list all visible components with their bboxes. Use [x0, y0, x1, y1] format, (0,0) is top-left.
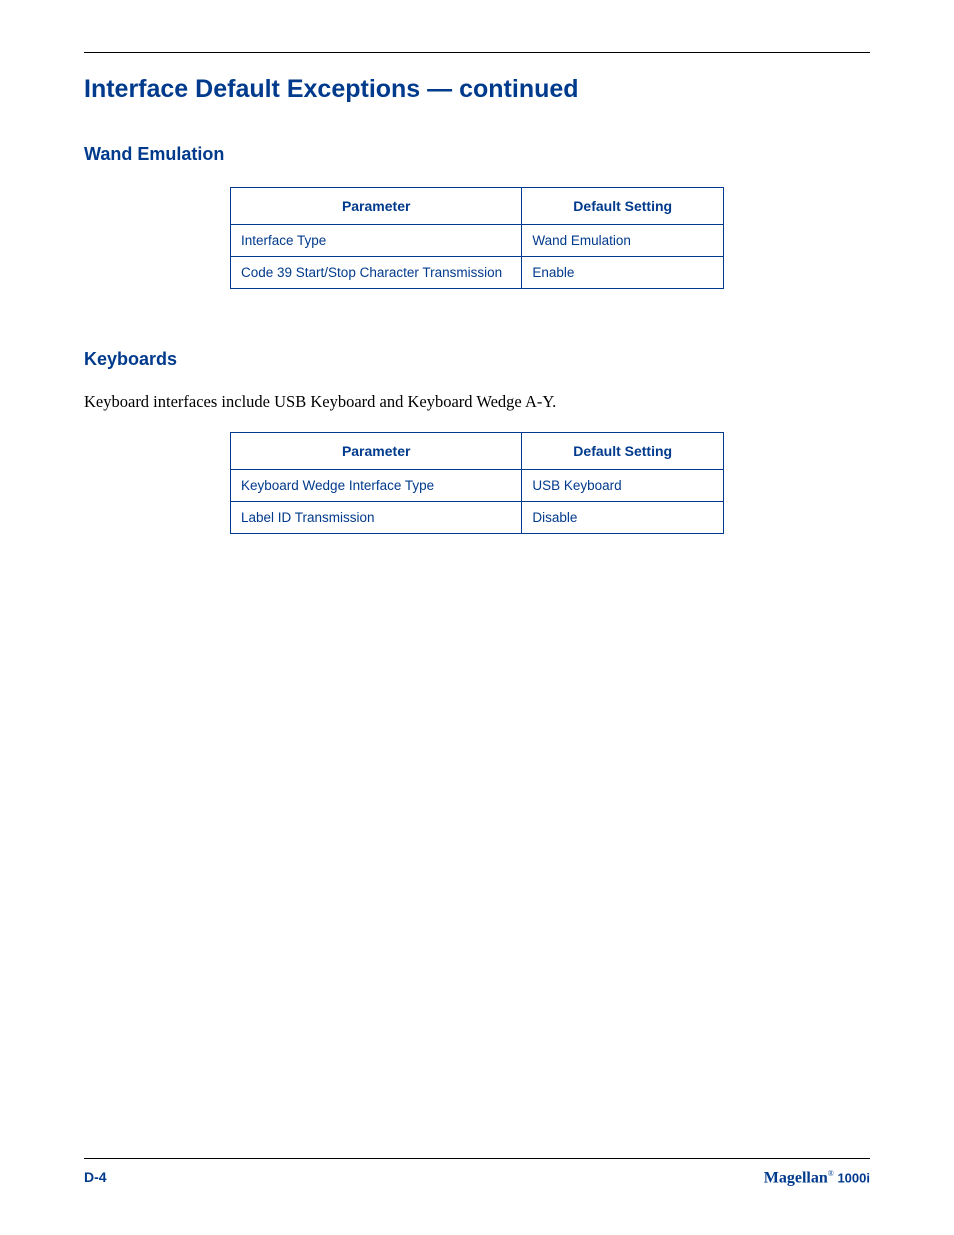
cell-param: Interface Type	[231, 225, 522, 257]
table-row: Interface Type Wand Emulation	[231, 225, 724, 257]
col-header-default: Default Setting	[522, 188, 724, 225]
keyboards-table: Parameter Default Setting Keyboard Wedge…	[230, 432, 724, 534]
footer-rule	[84, 1158, 870, 1159]
cell-default: Enable	[522, 257, 724, 289]
cell-default: Disable	[522, 502, 724, 534]
cell-default: USB Keyboard	[522, 470, 724, 502]
table-header-row: Parameter Default Setting	[231, 433, 724, 470]
cell-param: Code 39 Start/Stop Character Transmissio…	[231, 257, 522, 289]
cell-param: Label ID Transmission	[231, 502, 522, 534]
page-footer: D-4 Magellan® 1000i	[84, 1158, 870, 1187]
page-title: Interface Default Exceptions — continued	[84, 75, 870, 104]
cell-default: Wand Emulation	[522, 225, 724, 257]
wand-emulation-table: Parameter Default Setting Interface Type…	[230, 187, 724, 289]
col-header-default: Default Setting	[522, 433, 724, 470]
table-row: Keyboard Wedge Interface Type USB Keyboa…	[231, 470, 724, 502]
table-row: Label ID Transmission Disable	[231, 502, 724, 534]
section-heading-wand-emulation: Wand Emulation	[84, 144, 870, 165]
table-row: Code 39 Start/Stop Character Transmissio…	[231, 257, 724, 289]
section-heading-keyboards: Keyboards	[84, 349, 870, 370]
col-header-parameter: Parameter	[231, 188, 522, 225]
brand-model: 1000i	[834, 1170, 870, 1185]
page-number: D-4	[84, 1169, 107, 1185]
cell-param: Keyboard Wedge Interface Type	[231, 470, 522, 502]
keyboards-description: Keyboard interfaces include USB Keyboard…	[84, 392, 870, 412]
brand-name: Magellan	[764, 1169, 828, 1186]
top-rule	[84, 52, 870, 53]
col-header-parameter: Parameter	[231, 433, 522, 470]
table-header-row: Parameter Default Setting	[231, 188, 724, 225]
brand-label: Magellan® 1000i	[764, 1169, 870, 1187]
